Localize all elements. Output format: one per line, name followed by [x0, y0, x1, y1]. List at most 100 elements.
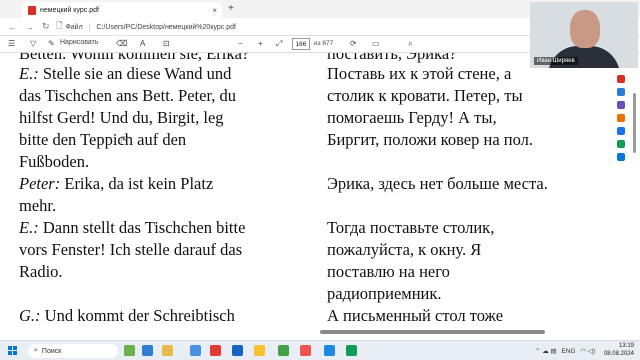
- line-text: Und kommt der Schreibtisch: [40, 306, 235, 325]
- text-icon[interactable]: A: [140, 39, 145, 48]
- german-text-line: vors Fenster! Ich stelle darauf das: [19, 241, 242, 259]
- edge-browser-icon[interactable]: [324, 345, 335, 356]
- scrollbar-thumb[interactable]: [633, 93, 636, 153]
- german-text-line: E.: Dann stellt das Tischchen bitte: [19, 219, 245, 237]
- line-text: Betten. Wohin kommen sie, Erika?: [19, 53, 250, 63]
- tab-title: немецкий курс.pdf: [40, 6, 99, 14]
- german-text-line: Radio.: [19, 263, 63, 281]
- fit-page-icon[interactable]: ⤢: [276, 39, 282, 49]
- read-aloud-icon[interactable]: ⊡: [163, 39, 170, 48]
- document-icon: 🗋: [56, 21, 63, 30]
- russian-text-line: Биргит, положи ковер на пол.: [327, 130, 533, 149]
- rotate-icon[interactable]: ⟳: [350, 39, 357, 48]
- german-text-line: Fußboden.: [19, 153, 89, 171]
- line-text: Erika, da ist kein Platz: [60, 174, 214, 193]
- russian-text-line: Поставь их к этой стене, а: [327, 64, 512, 83]
- system-tray[interactable]: ⌃ ☁ ▤ ENG ◠ ◁): [535, 347, 595, 355]
- back-icon[interactable]: ←: [8, 22, 17, 32]
- clock-date: 08.08.2024: [603, 350, 634, 357]
- german-text-line: G.: Und kommt der Schreibtisch: [19, 307, 235, 325]
- taskview-icon[interactable]: [142, 345, 153, 356]
- contents-icon[interactable]: ☰: [8, 39, 15, 48]
- clock[interactable]: 13:19 08.08.2024: [604, 343, 634, 358]
- reload-icon[interactable]: ↻: [42, 21, 50, 32]
- yandex-icon[interactable]: [210, 345, 221, 356]
- russian-text-line: А письменный стол тоже: [327, 306, 504, 325]
- speaker-label: Peter:: [19, 174, 61, 193]
- taskbar-search[interactable]: ⌕ Поиск: [28, 344, 118, 358]
- tab-close-button[interactable]: ×: [212, 6, 217, 15]
- speaker-label: E.:: [19, 218, 39, 237]
- mail-icon[interactable]: [190, 345, 201, 356]
- german-text-line: Betten. Wohin kommen sie, Erika?: [19, 53, 249, 63]
- new-tab-button[interactable]: +: [228, 3, 234, 14]
- german-text-line: das Tischchen ans Bett. Peter, du: [19, 87, 236, 105]
- url-text[interactable]: C:/Users/PC/Desktop/немецкий%20курс.pdf: [96, 24, 235, 31]
- search-label: Поиск: [41, 347, 62, 355]
- eraser-icon[interactable]: ⌫: [116, 39, 127, 48]
- russian-text-line: радиоприемник.: [327, 284, 442, 303]
- horizontal-scrollbar[interactable]: [320, 330, 545, 334]
- sidebar-app-icon[interactable]: [617, 75, 625, 83]
- page-view-icon[interactable]: ▭: [372, 39, 380, 48]
- draw-button[interactable]: Нарисовать: [60, 39, 98, 46]
- presenter-name: Иван Ширяев: [534, 57, 578, 65]
- browser-tab[interactable]: немецкий курс.pdf ×: [22, 2, 222, 18]
- url-separator: |: [88, 23, 91, 31]
- mouse-cursor-icon: ⇱: [121, 135, 129, 145]
- german-text-line: hilfst Gerd! Und du, Birgit, leg: [19, 109, 224, 127]
- app-icon[interactable]: [278, 345, 289, 356]
- pdf-page: Betten. Wohin kommen sie, Erika? E.: Stel…: [0, 53, 630, 336]
- sidebar-app-icon[interactable]: [617, 88, 625, 96]
- speaker-label: E.:: [19, 64, 39, 83]
- url-field[interactable]: 🗋 Файл | C:/Users/PC/Desktop/немецкий%20…: [56, 20, 236, 34]
- tray-language[interactable]: ENG: [562, 348, 576, 355]
- presenter-face: [570, 10, 600, 48]
- zoom-icon[interactable]: [232, 345, 243, 356]
- sidebar-app-icon[interactable]: [617, 101, 625, 109]
- sidebar-app-icon[interactable]: [617, 114, 625, 122]
- line-text: bitte den Teppich auf den: [19, 130, 187, 149]
- line-text: hilfst Gerd! Und du, Birgit, leg: [19, 108, 224, 127]
- webcam-overlay: Иван Ширяев: [530, 2, 638, 68]
- draw-icon[interactable]: ✎: [48, 39, 55, 48]
- folder-icon[interactable]: [254, 345, 265, 356]
- taskbar: ⌕ Поиск ⌃ ☁ ▤ ENG ◠ ◁) 13:19 08.08.2024: [0, 340, 640, 360]
- sidebar-app-icon[interactable]: [617, 140, 625, 148]
- line-text: Radio.: [19, 262, 63, 281]
- search-icon[interactable]: ⌕: [408, 39, 412, 49]
- sidebar-app-icon[interactable]: [617, 153, 625, 161]
- recorder-icon[interactable]: [300, 345, 311, 356]
- edge-sidebar: [614, 70, 628, 300]
- russian-text-line: Тогда поставьте столик,: [327, 218, 495, 237]
- speaker-label: G.:: [19, 306, 41, 325]
- german-text-line: E.: Stelle sie an diese Wand und: [19, 65, 231, 83]
- zoom-in-button[interactable]: +: [258, 39, 263, 48]
- line-text: das Tischchen ans Bett. Peter, du: [19, 86, 237, 105]
- highlight-icon[interactable]: ▽: [30, 39, 36, 48]
- russian-text-line: поставлю на него: [327, 262, 450, 281]
- zoom-out-button[interactable]: −: [238, 39, 243, 48]
- sidebar-app-icon[interactable]: [617, 127, 625, 135]
- line-text: mehr.: [19, 196, 57, 215]
- russian-text-line: пожалуйста, к окну. Я: [327, 240, 482, 259]
- german-text-line: Peter: Erika, da ist kein Platz: [19, 175, 213, 193]
- tray-up-icon[interactable]: ⌃ ☁ ▤: [535, 348, 557, 355]
- forward-icon[interactable]: →: [25, 22, 34, 32]
- wifi-icon[interactable]: ◠ ◁): [580, 348, 595, 355]
- russian-text-line: Эрика, здесь нет больше места.: [327, 174, 548, 193]
- chrome-icon[interactable]: [346, 345, 357, 356]
- widget-icon[interactable]: [124, 345, 135, 356]
- explorer-icon[interactable]: [162, 345, 173, 356]
- vertical-scrollbar[interactable]: [630, 53, 640, 336]
- russian-text-line: помогаешь Герду! А ты,: [327, 108, 497, 127]
- windows-start-icon[interactable]: [8, 346, 17, 355]
- line-text: Stelle sie an diese Wand und: [38, 64, 232, 83]
- line-text: Fußboden.: [19, 152, 90, 171]
- russian-text-line: столик к кровати. Петер, ты: [327, 86, 523, 105]
- search-icon: ⌕: [34, 347, 38, 354]
- line-text: Dann stellt das Tischchen bitte: [38, 218, 246, 237]
- page-number-input[interactable]: 166: [292, 38, 310, 50]
- german-text-line: mehr.: [19, 197, 56, 215]
- russian-text-line: поставить, Эрика?: [327, 53, 457, 63]
